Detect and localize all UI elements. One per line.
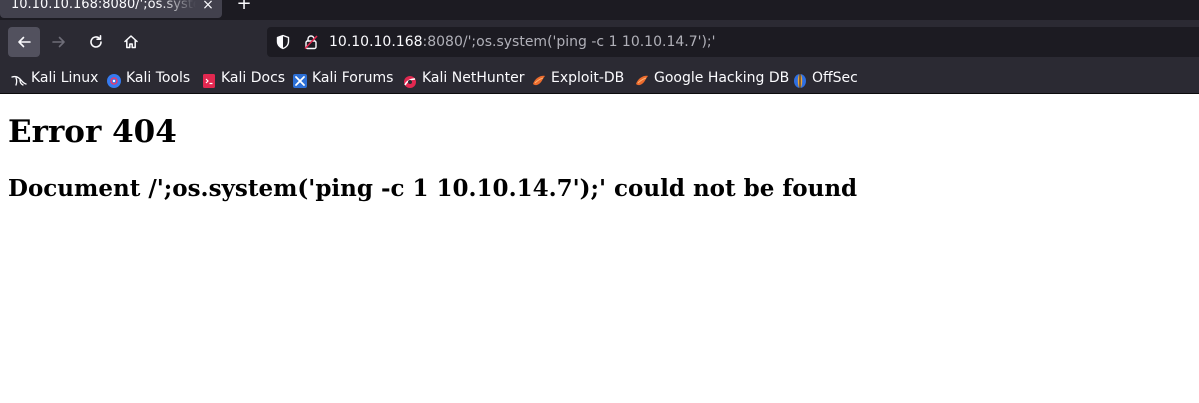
bookmark-label: Kali Forums [312,70,394,86]
tab-strip: 10.10.10.168:8080/';os.system × + [0,0,1199,20]
tracking-protection-shield-icon[interactable] [275,34,291,50]
bookmark-offsec[interactable]: OffSec [792,63,858,93]
back-button[interactable] [8,27,40,57]
bookmark-label: Kali Linux [31,70,99,86]
reload-button[interactable] [80,27,112,57]
bookmark-label: OffSec [812,70,858,86]
bookmark-label: Kali Docs [221,70,286,86]
kali-tools-icon [106,70,122,88]
bookmark-label: Exploit-DB [551,70,625,86]
arrow-right-icon [52,36,65,48]
ghdb-icon [634,70,650,86]
bookmark-kali-forums[interactable]: Kali Forums [292,63,393,93]
error-heading: Error 404 [8,114,177,150]
bookmark-kali-nethunter[interactable]: Kali NetHunter [402,63,524,93]
insecure-lock-icon[interactable] [303,34,319,50]
bookmark-label: Kali NetHunter [422,70,525,86]
kali-nethunter-icon [402,70,418,88]
offsec-icon [792,70,808,88]
forward-button[interactable] [43,27,75,57]
url-host: 10.10.10.168 [329,34,423,50]
bookmark-kali-linux[interactable]: Kali Linux [11,63,98,93]
tab-title: 10.10.10.168:8080/';os.system [11,0,196,12]
reload-icon [90,35,102,48]
bookmark-kali-tools[interactable]: Kali Tools [106,63,190,93]
exploit-db-icon [531,70,547,86]
bookmark-exploit-db[interactable]: Exploit-DB [531,63,624,93]
active-tab[interactable]: 10.10.10.168:8080/';os.system × [0,0,222,18]
arrow-left-icon [18,36,31,48]
error-message: Document /';os.system('ping -c 1 10.10.1… [8,175,858,202]
bookmark-label: Google Hacking DB [654,70,790,86]
url-text[interactable]: 10.10.10.168:8080/';os.system('ping -c 1… [329,27,716,57]
kali-dragon-icon [11,70,27,86]
navigation-toolbar: 10.10.10.168:8080/';os.system('ping -c 1… [0,20,1199,63]
bookmarks-toolbar: Kali Linux Kali Tools Kali Docs Kali For… [0,63,1199,94]
bookmark-kali-docs[interactable]: Kali Docs [201,63,285,93]
address-bar[interactable]: 10.10.10.168:8080/';os.system('ping -c 1… [267,27,1199,57]
close-tab-icon[interactable]: × [201,0,215,18]
kali-docs-icon [201,70,217,88]
kali-forums-icon [292,70,308,88]
bookmark-label: Kali Tools [126,70,191,86]
home-button[interactable] [115,27,147,57]
new-tab-button[interactable]: + [233,0,255,16]
home-icon [124,35,138,49]
bookmark-google-hacking-db[interactable]: Google Hacking DB [634,63,789,93]
page-content: Error 404 Document /';os.system('ping -c… [0,94,1199,403]
url-path: :8080/';os.system('ping -c 1 10.10.14.7'… [422,34,716,50]
